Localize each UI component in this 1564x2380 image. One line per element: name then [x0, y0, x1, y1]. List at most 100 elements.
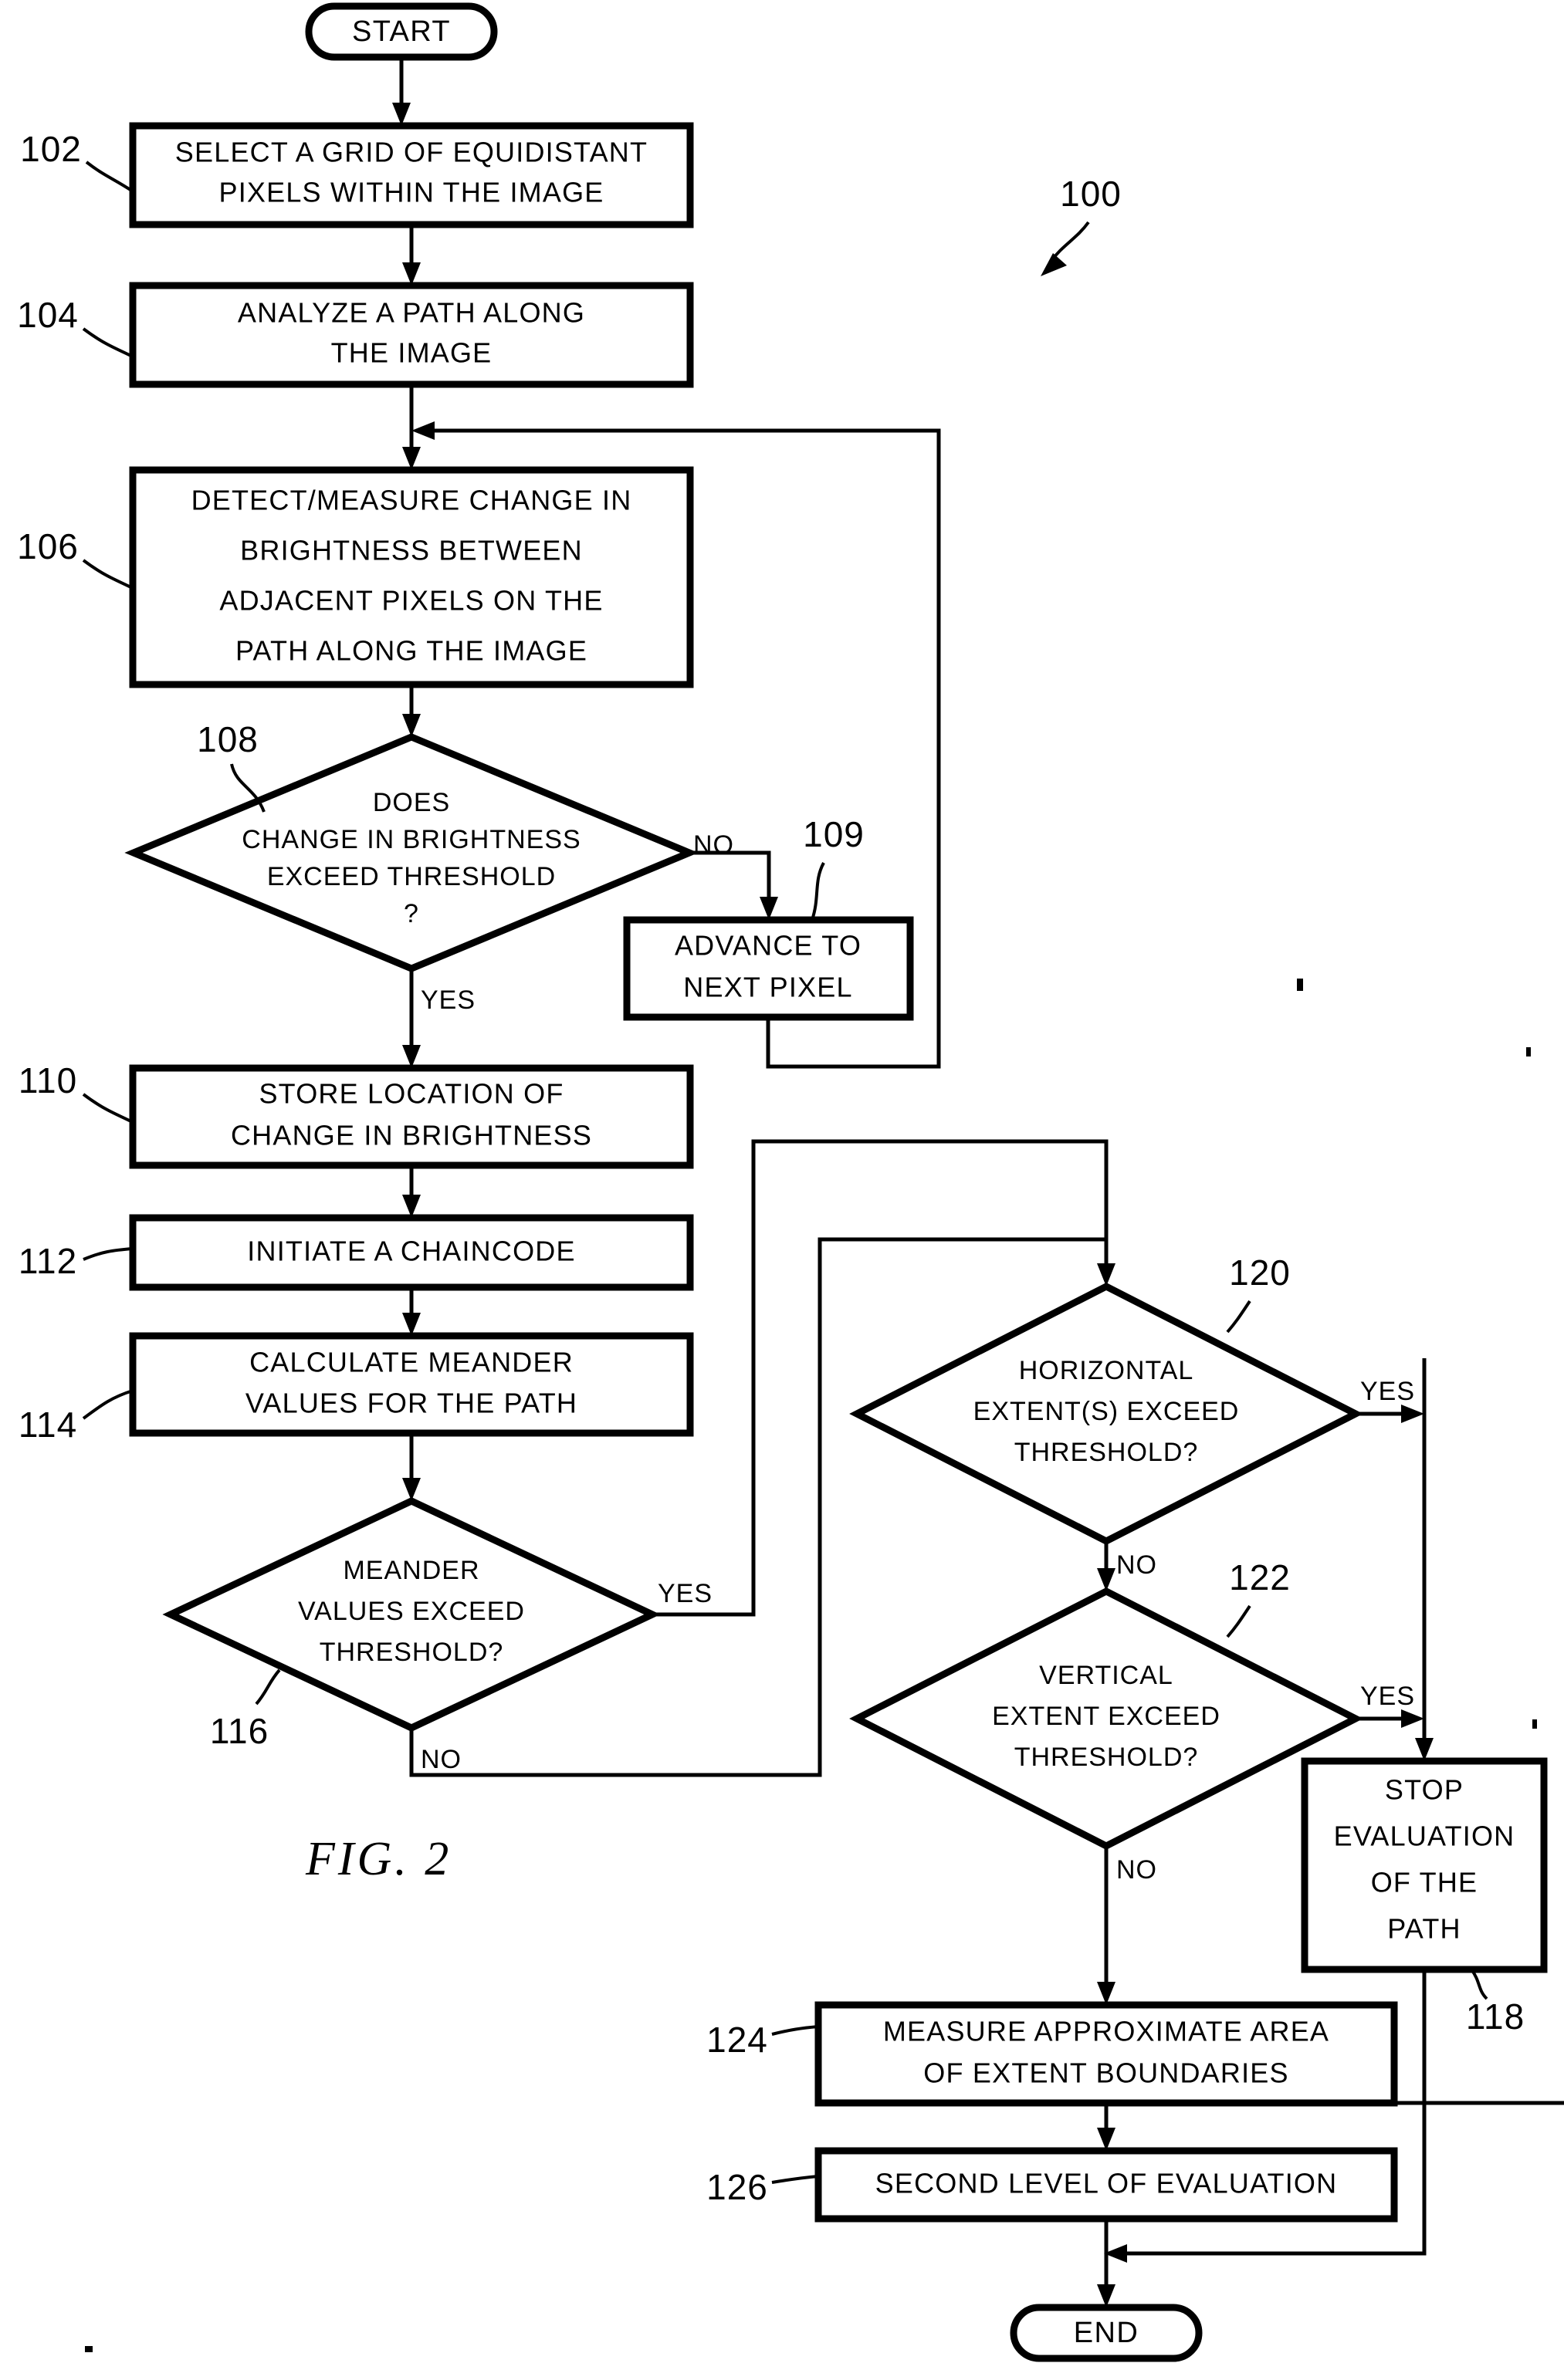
block-106-line-4: PATH ALONG THE IMAGE — [235, 635, 587, 667]
diamond-108-line-1: DOES — [373, 788, 450, 817]
label-120-no: NO — [1116, 1550, 1157, 1580]
diamond-108-line-3: EXCEED THRESHOLD — [267, 862, 556, 891]
ref-100-system: 100 — [1041, 174, 1122, 276]
end-label: END — [1074, 2317, 1139, 2349]
process-block-118: STOP EVALUATION OF THE PATH — [1301, 1757, 1548, 1973]
diamond-120-line-2: EXTENT(S) EXCEED — [973, 1397, 1240, 1426]
connector-109-loopback — [411, 421, 941, 1069]
process-block-104: ANALYZE A PATH ALONG THE IMAGE — [129, 282, 694, 388]
ref-124: 124 — [706, 2020, 819, 2060]
block-124-line-2: OF EXTENT BOUNDARIES — [923, 2057, 1288, 2089]
ref-102: 102 — [20, 129, 134, 193]
ref-114-number: 114 — [19, 1405, 77, 1445]
process-block-106: DETECT/MEASURE CHANGE IN BRIGHTNESS BETW… — [129, 466, 694, 688]
block-118-line-3: OF THE — [1371, 1867, 1478, 1898]
block-110-line-1: STORE LOCATION OF — [259, 1078, 564, 1110]
connector-110-to-112 — [402, 1165, 421, 1218]
figure-caption: FIG. 2 — [305, 1833, 452, 1885]
ref-108: 108 — [197, 719, 266, 813]
ref-112-number: 112 — [19, 1241, 77, 1281]
block-102-line-2: PIXELS WITHIN THE IMAGE — [218, 177, 604, 208]
block-102-line-1: SELECT A GRID OF EQUIDISTANT — [175, 137, 648, 168]
block-118-line-1: STOP — [1385, 1774, 1464, 1806]
branch-116-no: NO — [409, 1237, 1109, 1777]
diamond-120-line-3: THRESHOLD? — [1014, 1438, 1199, 1467]
connector-126-to-end — [1097, 2219, 1115, 2307]
connector-102-to-104 — [402, 225, 421, 286]
ref-126: 126 — [706, 2167, 819, 2207]
block-114-line-1: CALCULATE MEANDER — [249, 1347, 574, 1378]
process-block-102: SELECT A GRID OF EQUIDISTANT PIXELS WITH… — [129, 122, 694, 228]
start-label: START — [352, 15, 451, 48]
ref-122: 122 — [1226, 1557, 1290, 1638]
block-110-line-2: CHANGE IN BRIGHTNESS — [231, 1120, 592, 1151]
process-block-124: MEASURE APPROXIMATE AREA OF EXTENT BOUND… — [814, 2001, 1398, 2107]
ref-104: 104 — [17, 295, 134, 358]
diamond-108-line-2: CHANGE IN BRIGHTNESS — [242, 825, 581, 854]
connector-124-to-126 — [1097, 2101, 1564, 2151]
ref-102-number: 102 — [20, 129, 82, 169]
terminal-start: START — [305, 2, 498, 61]
connector-112-to-114 — [402, 1287, 421, 1336]
ref-110-number: 110 — [19, 1060, 77, 1100]
ref-120: 120 — [1226, 1253, 1291, 1334]
diamond-122-line-2: EXTENT EXCEED — [992, 1702, 1220, 1731]
decision-diamond-116: MEANDER VALUES EXCEED THRESHOLD? — [162, 1497, 661, 1732]
diamond-122-line-3: THRESHOLD? — [1014, 1743, 1199, 1772]
branch-122-no: NO — [1097, 1846, 1157, 2005]
branch-120-no: NO — [1097, 1541, 1157, 1591]
connector-104-to-106 — [402, 384, 421, 470]
process-block-110: STORE LOCATION OF CHANGE IN BRIGHTNESS — [129, 1064, 694, 1169]
block-106-line-2: BRIGHTNESS BETWEEN — [240, 535, 583, 566]
scan-specks — [85, 979, 1537, 2352]
ref-108-number: 108 — [197, 719, 259, 759]
block-104-line-1: ANALYZE A PATH ALONG — [238, 297, 585, 329]
ref-124-number: 124 — [706, 2020, 768, 2060]
terminal-end: END — [1010, 2304, 1203, 2362]
label-116-yes: YES — [658, 1579, 713, 1608]
branch-120-yes: YES — [1356, 1377, 1424, 1423]
connector-106-to-108 — [402, 685, 421, 737]
diamond-116-line-2: VALUES EXCEED — [298, 1597, 525, 1626]
diamond-122-line-1: VERTICAL — [1039, 1661, 1173, 1690]
label-108-yes: YES — [421, 985, 476, 1015]
diamond-116-line-3: THRESHOLD? — [320, 1638, 504, 1667]
branch-108-yes: YES — [402, 969, 476, 1068]
ref-126-number: 126 — [706, 2167, 768, 2207]
ref-116-number: 116 — [210, 1711, 269, 1751]
ref-106-number: 106 — [17, 526, 79, 566]
block-114-line-2: VALUES FOR THE PATH — [245, 1388, 577, 1419]
patent-figure: START SELECT A GRID OF EQUIDISTANT PIXEL… — [0, 0, 1564, 2380]
process-block-114: CALCULATE MEANDER VALUES FOR THE PATH — [129, 1332, 694, 1437]
ref-118-number: 118 — [1466, 1996, 1525, 2037]
process-block-112: INITIATE A CHAINCODE — [129, 1214, 694, 1291]
ref-116: 116 — [210, 1668, 281, 1751]
ref-112: 112 — [19, 1241, 134, 1281]
branch-108-no: NO — [689, 830, 778, 920]
process-block-109: ADVANCE TO NEXT PIXEL — [623, 916, 914, 1021]
diamond-108-line-4: ? — [404, 899, 419, 928]
ref-109-number: 109 — [803, 814, 865, 854]
ref-106: 106 — [17, 526, 134, 590]
ref-100-number: 100 — [1060, 174, 1122, 214]
ref-120-number: 120 — [1229, 1253, 1291, 1293]
block-109-line-2: NEXT PIXEL — [683, 972, 852, 1003]
process-block-126: SECOND LEVEL OF EVALUATION — [814, 2147, 1398, 2223]
label-122-yes: YES — [1360, 1682, 1415, 1711]
block-126-line-1: SECOND LEVEL OF EVALUATION — [875, 2168, 1338, 2199]
branch-122-yes: YES — [1356, 1682, 1424, 1728]
block-106-line-3: ADJACENT PIXELS ON THE — [219, 585, 603, 617]
block-104-line-2: THE IMAGE — [331, 337, 493, 369]
decision-diamond-108: DOES CHANGE IN BRIGHTNESS EXCEED THRESHO… — [124, 733, 699, 972]
label-122-no: NO — [1116, 1855, 1157, 1885]
block-106-line-1: DETECT/MEASURE CHANGE IN — [191, 485, 632, 516]
block-124-line-1: MEASURE APPROXIMATE AREA — [883, 2016, 1329, 2047]
connector-start-to-102 — [392, 57, 411, 126]
ref-114: 114 — [19, 1389, 134, 1445]
block-118-line-2: EVALUATION — [1334, 1820, 1515, 1852]
connector-yes-rail-to-118 — [1415, 1358, 1434, 1761]
block-109-line-1: ADVANCE TO — [675, 930, 862, 962]
block-112-line-1: INITIATE A CHAINCODE — [247, 1236, 575, 1267]
label-108-no: NO — [693, 830, 734, 860]
diamond-120-line-1: HORIZONTAL — [1019, 1356, 1194, 1385]
